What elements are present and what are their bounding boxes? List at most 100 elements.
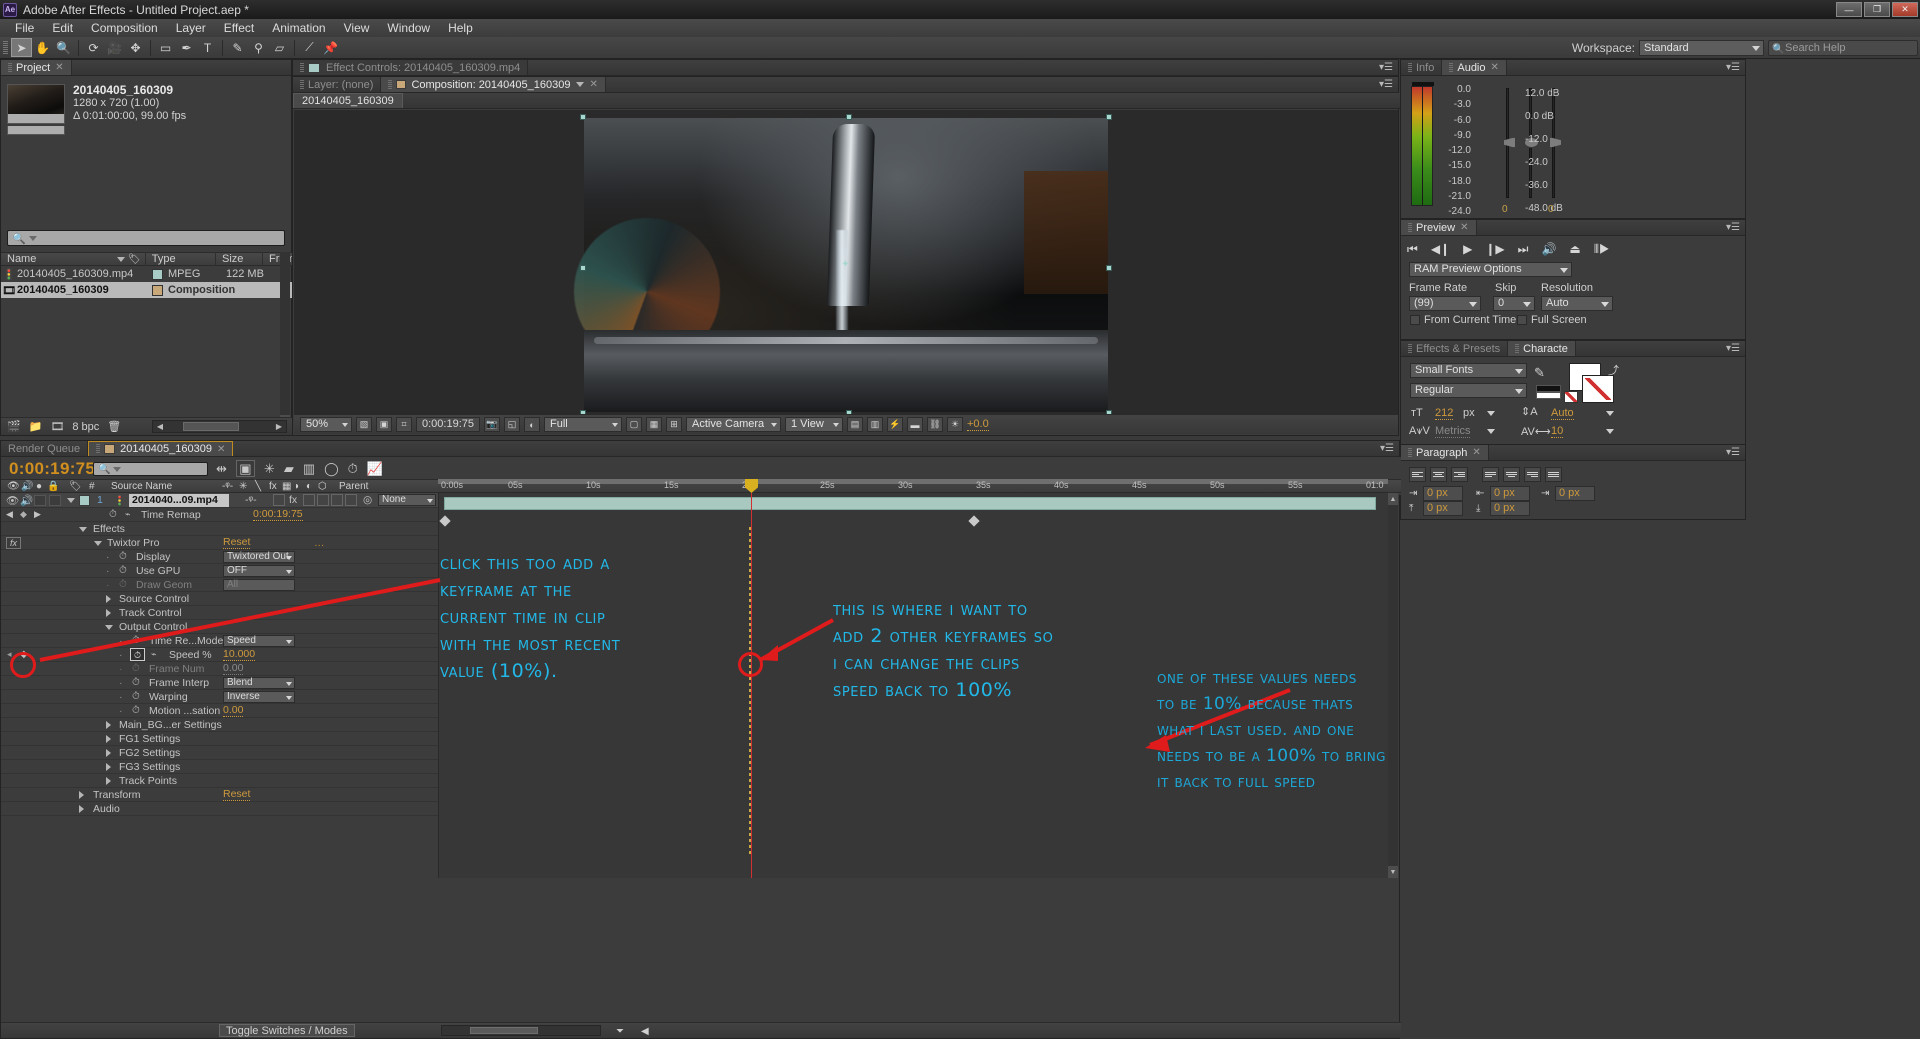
project-vertical-scrollbar[interactable]: ▼	[280, 252, 290, 427]
exposure-icon[interactable]: ☀	[947, 417, 963, 432]
property-row[interactable]: Transform Reset	[1, 788, 438, 802]
menu-view[interactable]: View	[335, 19, 379, 37]
next-frame-icon[interactable]: ❙▶	[1485, 242, 1504, 256]
expand-triangle-icon[interactable]	[106, 763, 111, 771]
tab-layer[interactable]: Layer: (none)	[293, 77, 381, 92]
tab-paragraph[interactable]: Paragraph ✕	[1401, 445, 1489, 460]
chevron-down-icon[interactable]	[1487, 411, 1495, 416]
property-row[interactable]: Track Points	[1, 774, 438, 788]
timeline-vertical-scrollbar[interactable]: ▲ ▼	[1388, 493, 1398, 878]
new-comp-icon[interactable]: 🎬	[7, 420, 21, 433]
tab-effect-controls[interactable]: Effect Controls: 20140405_160309.mp4	[293, 60, 528, 75]
tab-preview[interactable]: Preview ✕	[1401, 220, 1477, 235]
ram-preview-options-select[interactable]: RAM Preview Options	[1409, 262, 1572, 277]
property-row[interactable]: FG1 Settings	[1, 732, 438, 746]
stopwatch-icon-active[interactable]: ⏱	[130, 648, 145, 661]
font-size-value[interactable]: 212	[1435, 407, 1453, 420]
chevron-down-icon[interactable]	[1606, 429, 1614, 434]
row-label-swatch[interactable]	[152, 269, 168, 280]
type-icon[interactable]: T	[197, 38, 218, 57]
next-keyframe-icon[interactable]: ▶	[34, 509, 41, 520]
row-label-swatch[interactable]	[152, 285, 168, 296]
expand-triangle-icon[interactable]	[105, 625, 113, 630]
close-icon[interactable]: ✕	[1460, 222, 1468, 233]
work-area-bar[interactable]	[438, 479, 1388, 484]
three-d-switch[interactable]	[345, 494, 357, 506]
show-snapshot-icon[interactable]: ◱	[504, 417, 520, 432]
project-horizontal-scrollbar[interactable]: ◀ ▶	[152, 420, 287, 433]
tab-audio[interactable]: Audio ✕	[1442, 60, 1507, 75]
current-time-display[interactable]: 0:00:19:75	[416, 417, 480, 432]
rotation-icon[interactable]: ⟳	[83, 38, 104, 57]
frame-blend-switch[interactable]	[303, 494, 315, 506]
property-row[interactable]: · ⏱ Use GPU OFF	[1, 564, 438, 578]
menu-composition[interactable]: Composition	[82, 19, 167, 37]
table-row[interactable]: 🎞 20140405_160309 Composition	[1, 282, 293, 298]
tab-comp-nested[interactable]: 20140405_160309	[293, 93, 403, 108]
eye-icon[interactable]: 👁	[7, 480, 20, 494]
exposure-value[interactable]: +0.0	[967, 418, 989, 431]
scroll-thumb[interactable]	[183, 422, 239, 431]
pixel-aspect-icon[interactable]: ▥	[867, 417, 883, 432]
align-center-button[interactable]	[1430, 467, 1447, 482]
close-icon[interactable]: ✕	[55, 62, 63, 73]
menu-help[interactable]: Help	[439, 19, 482, 37]
tab-project[interactable]: Project ✕	[1, 60, 72, 75]
layer-clip-bar[interactable]	[444, 497, 1376, 510]
selection-handle[interactable]	[1106, 265, 1112, 271]
brush-icon[interactable]: ✎	[227, 38, 248, 57]
leading-value[interactable]: Auto	[1551, 407, 1574, 420]
maximize-button[interactable]: ❐	[1864, 2, 1890, 17]
bit-depth-label[interactable]: 8 bpc	[72, 421, 99, 433]
timeline-layer-row[interactable]: 👁 🔊 1 🚦 2014040...09.mp4 -ᵠ- fx ◎ None	[1, 493, 438, 508]
hand-icon[interactable]: ✋	[32, 38, 53, 57]
adjustment-switch[interactable]	[331, 494, 343, 506]
speaker-icon[interactable]: 🔊	[20, 494, 33, 507]
fx-icon[interactable]: fx	[6, 537, 21, 549]
fader-value-left[interactable]: 0	[1502, 204, 1508, 215]
footage-icon[interactable]: 🎞	[50, 420, 64, 433]
brainstorm-icon[interactable]: ◯	[324, 461, 339, 477]
indent-right-field[interactable]: 0 px	[1490, 486, 1530, 501]
column-size[interactable]: Size	[216, 252, 263, 266]
selection-handle[interactable]	[580, 265, 586, 271]
tab-character[interactable]: Characte	[1508, 341, 1576, 356]
property-row[interactable]: Output Control	[1, 620, 438, 634]
timeline-panel-menu-icon[interactable]: ▾☰	[1375, 441, 1399, 456]
first-frame-icon[interactable]: ⏮	[1407, 242, 1418, 257]
minimize-button[interactable]: —	[1836, 2, 1862, 17]
justify-all-button[interactable]	[1545, 467, 1562, 482]
reset-link[interactable]: Reset	[223, 788, 250, 801]
swap-colors-icon[interactable]: ⤴	[1608, 362, 1619, 378]
tab-render-queue[interactable]: Render Queue	[1, 441, 88, 456]
property-row[interactable]: · ⏱ Display Twixtored Out	[1, 550, 438, 564]
selection-handle[interactable]	[1106, 114, 1112, 120]
lock-toggle[interactable]	[49, 495, 61, 506]
tab-info[interactable]: Info	[1401, 60, 1442, 75]
align-left-button[interactable]	[1409, 467, 1426, 482]
property-value[interactable]: 0:00:19:75	[253, 508, 303, 521]
expand-triangle-icon[interactable]	[106, 735, 111, 743]
indent-left-field[interactable]: 0 px	[1423, 486, 1463, 501]
menu-effect[interactable]: Effect	[215, 19, 263, 37]
prev-keyframe-icon[interactable]: ◀	[6, 509, 13, 520]
transparency-grid-icon[interactable]: ▦	[646, 417, 662, 432]
expand-triangle-icon[interactable]	[79, 805, 84, 813]
skip-select[interactable]: 0	[1493, 296, 1535, 311]
anchor-point-icon[interactable]: ✥	[125, 38, 146, 57]
zoom-level-select[interactable]: 50%	[300, 417, 352, 432]
source-name-header[interactable]: Source Name	[111, 480, 172, 494]
from-current-time-checkbox[interactable]: From Current Time	[1410, 314, 1516, 326]
speed-percent-value[interactable]: 10.000	[223, 648, 255, 661]
menu-edit[interactable]: Edit	[43, 19, 82, 37]
preview-panel-menu-icon[interactable]: ▾☰	[1721, 220, 1745, 235]
column-type[interactable]: Type	[146, 252, 216, 266]
resolution-select[interactable]: Auto	[1541, 296, 1613, 311]
keyframe-marker[interactable]	[968, 515, 979, 526]
region-of-interest-icon[interactable]: ▢	[626, 417, 642, 432]
timeline-icon[interactable]: ▬	[907, 417, 923, 432]
stopwatch-icon[interactable]: ⏱	[109, 509, 117, 520]
toggle-guides-icon[interactable]: ⌗	[396, 417, 412, 432]
column-name[interactable]: Name 🏷	[1, 252, 146, 266]
delete-icon[interactable]: 🗑	[107, 420, 121, 433]
